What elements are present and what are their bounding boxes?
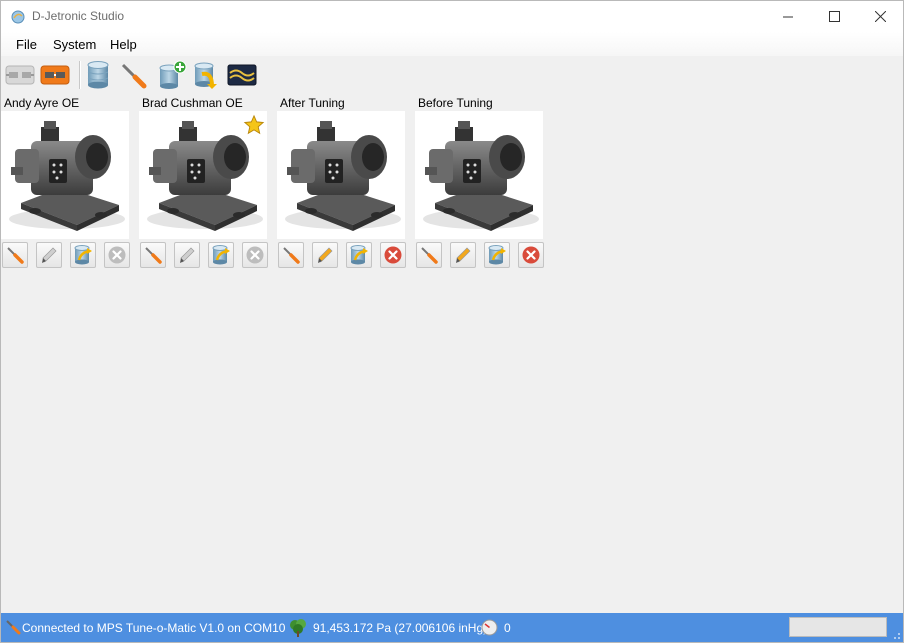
connect-button[interactable] bbox=[39, 59, 71, 91]
edit-map-button[interactable] bbox=[450, 242, 476, 268]
menu-help[interactable]: Help bbox=[110, 37, 137, 52]
tune-tool-icon bbox=[283, 247, 300, 264]
waveform-button[interactable] bbox=[226, 59, 258, 91]
tune-tool-button[interactable] bbox=[117, 59, 149, 91]
map-card-image[interactable] bbox=[139, 111, 267, 239]
disconnect-button[interactable] bbox=[4, 59, 36, 91]
favorite-star-icon[interactable] bbox=[243, 114, 265, 136]
map-card-actions bbox=[139, 242, 279, 270]
title-bar[interactable]: D-Jetronic Studio bbox=[1, 1, 903, 32]
connect-icon bbox=[40, 65, 70, 85]
delete-icon bbox=[384, 246, 402, 264]
delete-icon bbox=[522, 246, 540, 264]
edit-map-button[interactable] bbox=[312, 242, 338, 268]
minimize-button[interactable] bbox=[765, 1, 811, 32]
edit-map-button[interactable] bbox=[174, 242, 200, 268]
export-map-button[interactable] bbox=[70, 242, 96, 268]
disconnect-icon bbox=[5, 65, 35, 85]
export-database-icon bbox=[350, 245, 368, 265]
tune-tool-icon bbox=[7, 247, 24, 264]
map-card-title: After Tuning bbox=[280, 96, 345, 110]
export-map-button[interactable] bbox=[484, 242, 510, 268]
connection-status: Connected to MPS Tune-o-Matic V1.0 on CO… bbox=[22, 621, 286, 635]
delete-map-button[interactable] bbox=[380, 242, 406, 268]
window-title: D-Jetronic Studio bbox=[32, 9, 125, 23]
pencil-icon bbox=[42, 247, 57, 263]
map-card-actions bbox=[415, 242, 555, 270]
fuel-pump-image bbox=[423, 121, 539, 231]
map-card-actions bbox=[1, 242, 141, 270]
tune-map-button[interactable] bbox=[140, 242, 166, 268]
menu-file[interactable]: File bbox=[16, 37, 37, 52]
pencil-icon bbox=[456, 247, 471, 263]
pencil-icon bbox=[318, 247, 333, 263]
tune-map-button[interactable] bbox=[278, 242, 304, 268]
maximize-icon bbox=[828, 11, 840, 22]
menu-system[interactable]: System bbox=[53, 37, 96, 52]
export-database-icon bbox=[212, 245, 230, 265]
export-database-icon bbox=[488, 245, 506, 265]
app-logo-icon bbox=[11, 10, 25, 24]
pressure-readout: 91,453.172 Pa (27.006106 inHg) bbox=[313, 621, 488, 635]
resize-grip-icon[interactable] bbox=[891, 630, 901, 640]
close-button[interactable] bbox=[857, 1, 903, 32]
pencil-icon bbox=[180, 247, 195, 263]
delete-icon bbox=[246, 246, 264, 264]
minimize-icon bbox=[783, 16, 793, 17]
map-card[interactable]: Andy Ayre OE bbox=[1, 94, 131, 274]
maximize-button[interactable] bbox=[811, 1, 857, 32]
import-database-button[interactable] bbox=[190, 59, 222, 91]
delete-map-button[interactable] bbox=[104, 242, 130, 268]
status-progress-bar bbox=[789, 617, 887, 637]
tune-map-button[interactable] bbox=[2, 242, 28, 268]
delete-map-button[interactable] bbox=[242, 242, 268, 268]
add-database-icon bbox=[159, 60, 187, 89]
tune-tool-icon bbox=[145, 247, 162, 264]
app-window: D-Jetronic Studio File System Help Andy … bbox=[0, 0, 904, 643]
tune-tool-icon bbox=[121, 63, 147, 89]
tune-tool-icon bbox=[6, 620, 21, 635]
fuel-pump-image bbox=[285, 121, 401, 231]
delete-map-button[interactable] bbox=[518, 242, 544, 268]
export-map-button[interactable] bbox=[208, 242, 234, 268]
map-card[interactable]: After Tuning bbox=[277, 94, 407, 274]
map-card-image[interactable] bbox=[277, 111, 405, 239]
map-card-actions bbox=[277, 242, 417, 270]
database-button[interactable] bbox=[82, 59, 114, 91]
toolbar-separator bbox=[79, 61, 81, 89]
pressure-tree-icon bbox=[290, 619, 306, 637]
edit-map-button[interactable] bbox=[36, 242, 62, 268]
tune-tool-icon bbox=[421, 247, 438, 264]
menu-bar: File System Help bbox=[1, 32, 903, 56]
map-card-image[interactable] bbox=[1, 111, 129, 239]
map-card[interactable]: Brad Cushman OE bbox=[139, 94, 269, 274]
tachometer-icon bbox=[481, 619, 498, 636]
map-card-image[interactable] bbox=[415, 111, 543, 239]
waveform-icon bbox=[227, 64, 257, 86]
export-map-button[interactable] bbox=[346, 242, 372, 268]
database-icon bbox=[87, 61, 109, 89]
tune-map-button[interactable] bbox=[416, 242, 442, 268]
import-database-icon bbox=[194, 62, 217, 89]
rpm-readout: 0 bbox=[504, 621, 511, 635]
map-card-title: Brad Cushman OE bbox=[142, 96, 243, 110]
map-card-title: Before Tuning bbox=[418, 96, 493, 110]
add-database-button[interactable] bbox=[156, 59, 188, 91]
toolbar bbox=[1, 57, 903, 93]
fuel-pump-image bbox=[9, 121, 125, 231]
delete-icon bbox=[108, 246, 126, 264]
export-database-icon bbox=[74, 245, 92, 265]
status-bar: Connected to MPS Tune-o-Matic V1.0 on CO… bbox=[1, 613, 903, 642]
close-icon bbox=[874, 11, 886, 22]
map-card-title: Andy Ayre OE bbox=[4, 96, 80, 110]
map-card[interactable]: Before Tuning bbox=[415, 94, 545, 274]
